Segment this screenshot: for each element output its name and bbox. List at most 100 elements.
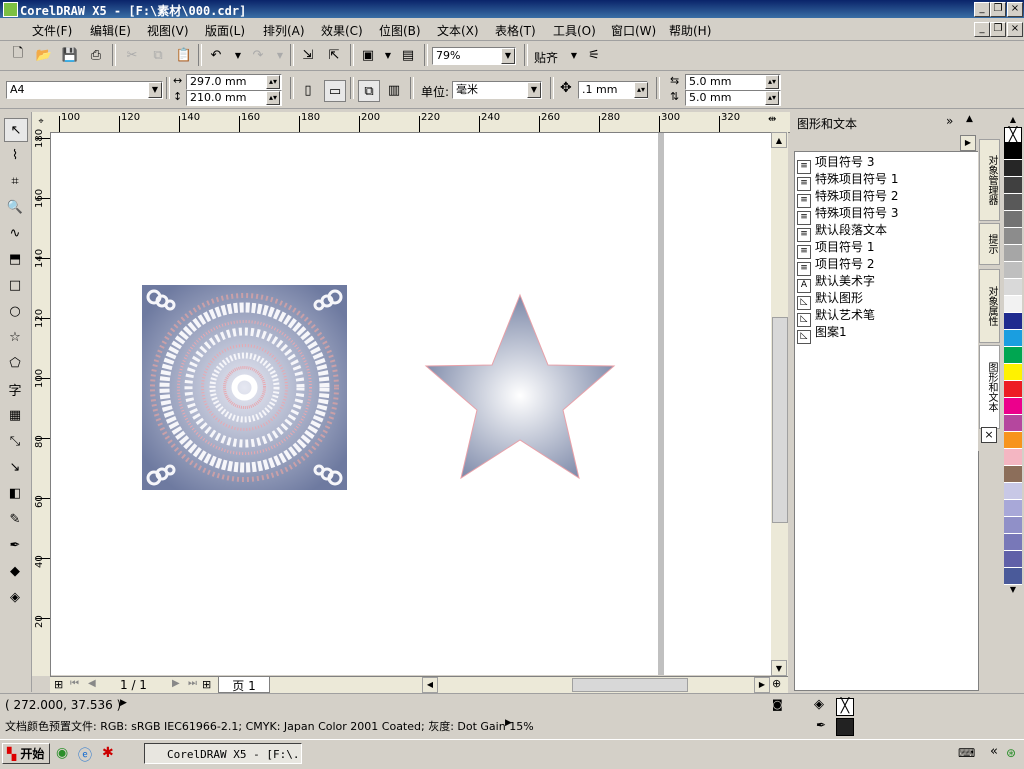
redo-dropdown-icon[interactable]: ▼ xyxy=(270,45,290,65)
pick-tool-icon[interactable]: ↖ xyxy=(4,118,28,142)
menu-item-0[interactable]: 文件(F) xyxy=(32,22,72,39)
freehand-tool-icon[interactable]: ∿ xyxy=(4,222,26,244)
duplicate-y-spinner[interactable]: ▴▾ xyxy=(765,91,779,105)
maximize-button[interactable]: ❐ xyxy=(990,2,1006,17)
options-icon[interactable]: ⚟ xyxy=(584,45,604,65)
style-list-item[interactable]: ◺ 默认图形 xyxy=(797,290,863,310)
doc-restore-button[interactable]: ❐ xyxy=(990,22,1006,37)
print-icon[interactable]: ⎙ xyxy=(86,45,106,65)
scroll-up-button[interactable]: ▲ xyxy=(771,132,787,148)
portrait-icon[interactable]: ▯ xyxy=(298,80,318,100)
no-color-swatch[interactable]: ╳ xyxy=(1004,127,1022,143)
color-swatch[interactable] xyxy=(1004,381,1022,398)
page-tab[interactable]: 页 1 xyxy=(218,677,270,693)
undo-dropdown-icon[interactable]: ▼ xyxy=(228,45,248,65)
color-swatch[interactable] xyxy=(1004,143,1022,160)
style-list-item[interactable]: ≡ 特殊项目符号 1 xyxy=(797,171,898,191)
color-swatch[interactable] xyxy=(1004,279,1022,296)
connector-tool-icon[interactable]: ↘ xyxy=(4,456,26,478)
tab-object-properties[interactable]: 对象属性 xyxy=(979,269,1000,343)
hscroll-left-button[interactable]: ◀ xyxy=(422,677,438,693)
current-page-icon[interactable]: ▥ xyxy=(384,80,404,100)
network-tray-icon[interactable]: ⊛ xyxy=(1006,746,1016,760)
previous-page-icon[interactable]: ◀ xyxy=(88,678,96,689)
color-swatch[interactable] xyxy=(1004,313,1022,330)
nudge-spinner[interactable]: ▴▾ xyxy=(634,82,648,98)
ellipse-tool-icon[interactable]: ○ xyxy=(4,300,26,322)
style-list-item[interactable]: ≡ 特殊项目符号 2 xyxy=(797,188,898,208)
polygon-tool-icon[interactable]: ☆ xyxy=(4,326,26,348)
redo-icon[interactable]: ↷ xyxy=(248,45,268,65)
units-dropdown-button[interactable]: ▼ xyxy=(527,82,541,98)
docker-expand-icon[interactable]: » xyxy=(946,114,953,128)
export-icon[interactable]: ⇱ xyxy=(324,45,344,65)
shape-tool-icon[interactable]: ⌇ xyxy=(4,144,26,166)
outline-tool-icon[interactable]: ✒ xyxy=(4,534,26,556)
menu-item-2[interactable]: 视图(V) xyxy=(147,22,189,39)
keyboard-tray-icon[interactable]: ⌨ xyxy=(958,746,975,760)
color-swatch[interactable] xyxy=(1004,398,1022,415)
color-swatch[interactable] xyxy=(1004,347,1022,364)
doc-close-button[interactable]: × xyxy=(1007,22,1023,37)
color-swatch[interactable] xyxy=(1004,194,1022,211)
horizontal-ruler[interactable]: ⇹ 100 120 140 160 180 200 220 240 260 280 300 320 xyxy=(50,112,790,133)
docker-collapse-icon[interactable]: ▲ xyxy=(966,114,973,124)
navigator-icon[interactable]: ⊕ xyxy=(772,677,781,690)
hscroll-thumb[interactable] xyxy=(572,678,688,692)
color-swatch[interactable] xyxy=(1004,432,1022,449)
style-list-item[interactable]: ≡ 默认段落文本 xyxy=(797,222,887,242)
drawing-canvas[interactable] xyxy=(51,133,771,675)
color-swatch[interactable] xyxy=(1004,296,1022,313)
color-swatch[interactable] xyxy=(1004,262,1022,279)
next-page-icon[interactable]: ▶ xyxy=(172,678,180,689)
landscape-icon[interactable]: ▭ xyxy=(324,80,346,102)
menu-item-8[interactable]: 表格(T) xyxy=(495,22,536,39)
doc-minimize-button[interactable]: _ xyxy=(974,22,990,37)
eyedropper-tool-icon[interactable]: ✎ xyxy=(4,508,26,530)
minimize-button[interactable]: _ xyxy=(974,2,990,17)
menu-item-3[interactable]: 版面(L) xyxy=(205,22,245,39)
page-height-spinner[interactable]: ▴▾ xyxy=(266,91,280,105)
docker-options-button[interactable]: ▶ xyxy=(960,135,976,151)
all-pages-icon[interactable]: ⧉ xyxy=(358,80,380,102)
interactive-fill-tool-icon[interactable]: ◈ xyxy=(4,586,26,608)
app-quicklaunch-icon[interactable]: ✱ xyxy=(102,745,114,761)
tab-graphic-and-text[interactable]: 图形和文本 xyxy=(979,345,1000,429)
vertical-ruler[interactable]: 18016014012010080604020 xyxy=(32,129,51,676)
page-size-dropdown-button[interactable]: ▼ xyxy=(148,82,162,98)
view-mode-icon[interactable]: ◙ xyxy=(772,698,783,711)
welcome-screen-icon[interactable]: ▤ xyxy=(398,45,418,65)
tab-object-manager[interactable]: 对象管理器 xyxy=(979,139,1000,221)
color-swatch[interactable] xyxy=(1004,364,1022,381)
menu-item-9[interactable]: 工具(O) xyxy=(553,22,596,39)
outline-indicator-icon[interactable]: ✒ xyxy=(816,718,826,732)
color-swatch[interactable] xyxy=(1004,483,1022,500)
rectangle-tool-icon[interactable]: □ xyxy=(4,274,26,296)
zoom-tool-icon[interactable]: 🔍 xyxy=(4,196,26,218)
new-document-icon[interactable]: 🗋 xyxy=(8,45,28,65)
menu-item-4[interactable]: 排列(A) xyxy=(263,22,305,39)
color-swatch[interactable] xyxy=(1004,551,1022,568)
chrome-quicklaunch-icon[interactable]: ◉ xyxy=(56,745,68,761)
star-object[interactable] xyxy=(424,293,616,480)
cut-icon[interactable]: ✂ xyxy=(122,45,142,65)
color-swatch[interactable] xyxy=(1004,500,1022,517)
outline-swatch[interactable] xyxy=(836,718,854,736)
color-swatch[interactable] xyxy=(1004,160,1022,177)
start-button[interactable]: ▚ 开始 xyxy=(2,743,50,764)
open-icon[interactable]: 📂 xyxy=(34,45,54,65)
snap-to-label[interactable]: 贴齐 xyxy=(534,49,558,66)
page-width-spinner[interactable]: ▴▾ xyxy=(266,75,280,89)
color-swatch[interactable] xyxy=(1004,568,1022,585)
color-swatch[interactable] xyxy=(1004,228,1022,245)
color-swatch[interactable] xyxy=(1004,415,1022,432)
menu-item-6[interactable]: 位图(B) xyxy=(379,22,421,39)
insert-page-after-icon[interactable]: ⊞ xyxy=(202,678,211,691)
first-page-icon[interactable]: ⏮ xyxy=(70,678,79,689)
copy-icon[interactable]: ⧉ xyxy=(148,45,168,65)
style-list-item[interactable]: ≡ 项目符号 2 xyxy=(797,256,874,276)
fill-tool-icon[interactable]: ◆ xyxy=(4,560,26,582)
style-list-item[interactable]: ◺ 图案1 xyxy=(797,324,847,344)
tab-hints[interactable]: 提示 xyxy=(979,223,1000,265)
color-swatch[interactable] xyxy=(1004,245,1022,262)
